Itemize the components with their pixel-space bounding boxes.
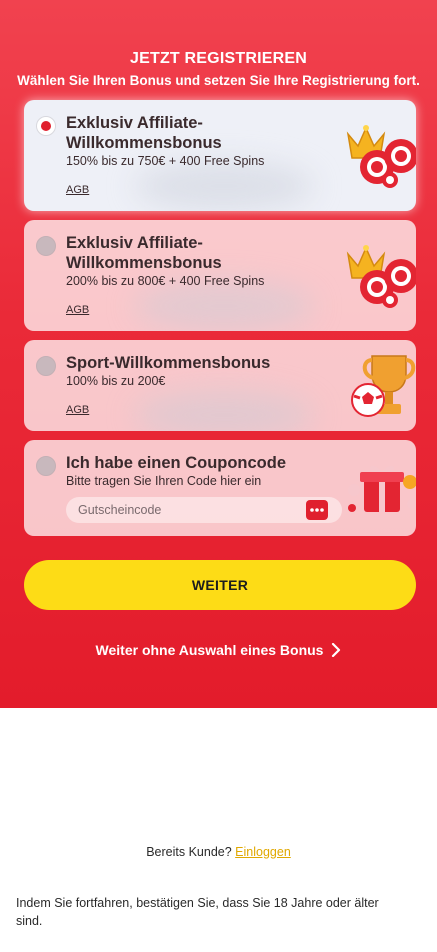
already-customer: Bereits Kunde? Einloggen — [0, 845, 437, 859]
bonus-description: 200% bis zu 800€ + 400 Free Spins — [66, 274, 265, 288]
crown-chips-icon — [346, 245, 416, 308]
bonus-radio[interactable] — [36, 236, 56, 256]
continue-button[interactable]: WEITER — [24, 560, 416, 610]
bonus-card-sport[interactable]: Sport-Willkommensbonus 100% bis zu 200€ … — [24, 340, 416, 431]
legal-notice: Indem Sie fortfahren, bestätigen Sie, da… — [16, 896, 379, 928]
agb-link[interactable]: AGB — [66, 184, 89, 196]
bonus-card-affiliate-150[interactable]: Exklusiv Affiliate-Willkommensbonus 150%… — [24, 100, 416, 211]
gift-icon — [348, 465, 416, 512]
coupon-description: Bitte tragen Sie Ihren Code hier ein — [66, 474, 262, 488]
already-customer-text: Bereits Kunde? — [146, 845, 232, 859]
agb-link[interactable]: AGB — [66, 404, 89, 416]
bonus-title: Exklusiv Affiliate-Willkommensbonus — [66, 114, 222, 152]
bonus-description: 100% bis zu 200€ — [66, 374, 166, 388]
page-title: JETZT REGISTRIEREN — [130, 50, 307, 67]
crown-chips-icon — [346, 125, 416, 188]
coupon-radio[interactable] — [36, 456, 56, 476]
bonus-radio[interactable] — [36, 356, 56, 376]
coupon-field[interactable] — [66, 497, 342, 523]
bonus-description: 150% bis zu 750€ + 400 Free Spins — [66, 154, 265, 168]
card-glow — [134, 281, 314, 331]
trophy-ball-icon — [351, 355, 416, 417]
bonus-title: Exklusiv Affiliate-Willkommensbonus — [66, 234, 222, 272]
coupon-card[interactable]: Ich habe einen Couponcode Bitte tragen S… — [24, 440, 416, 536]
coupon-input[interactable] — [78, 501, 298, 519]
bonus-title: Sport-Willkommensbonus — [66, 354, 271, 372]
registration-panel: JETZT REGISTRIEREN Wählen Sie Ihren Bonu… — [0, 0, 437, 708]
coupon-title: Ich habe einen Couponcode — [66, 454, 287, 472]
page-subtitle: Wählen Sie Ihren Bonus und setzen Sie Ih… — [17, 73, 420, 88]
login-link[interactable]: Einloggen — [235, 845, 291, 859]
chevron-right-icon — [332, 642, 341, 658]
bonus-card-affiliate-200[interactable]: Exklusiv Affiliate-Willkommensbonus 200%… — [24, 220, 416, 331]
skip-bonus-link[interactable]: Weiter ohne Auswahl eines Bonus — [0, 642, 437, 658]
card-glow — [134, 161, 314, 211]
skip-bonus-label: Weiter ohne Auswahl eines Bonus — [95, 642, 324, 658]
agb-link[interactable]: AGB — [66, 304, 89, 316]
bonus-radio-selected[interactable] — [36, 116, 56, 136]
password-manager-icon[interactable] — [306, 500, 328, 520]
card-glow — [134, 390, 314, 431]
